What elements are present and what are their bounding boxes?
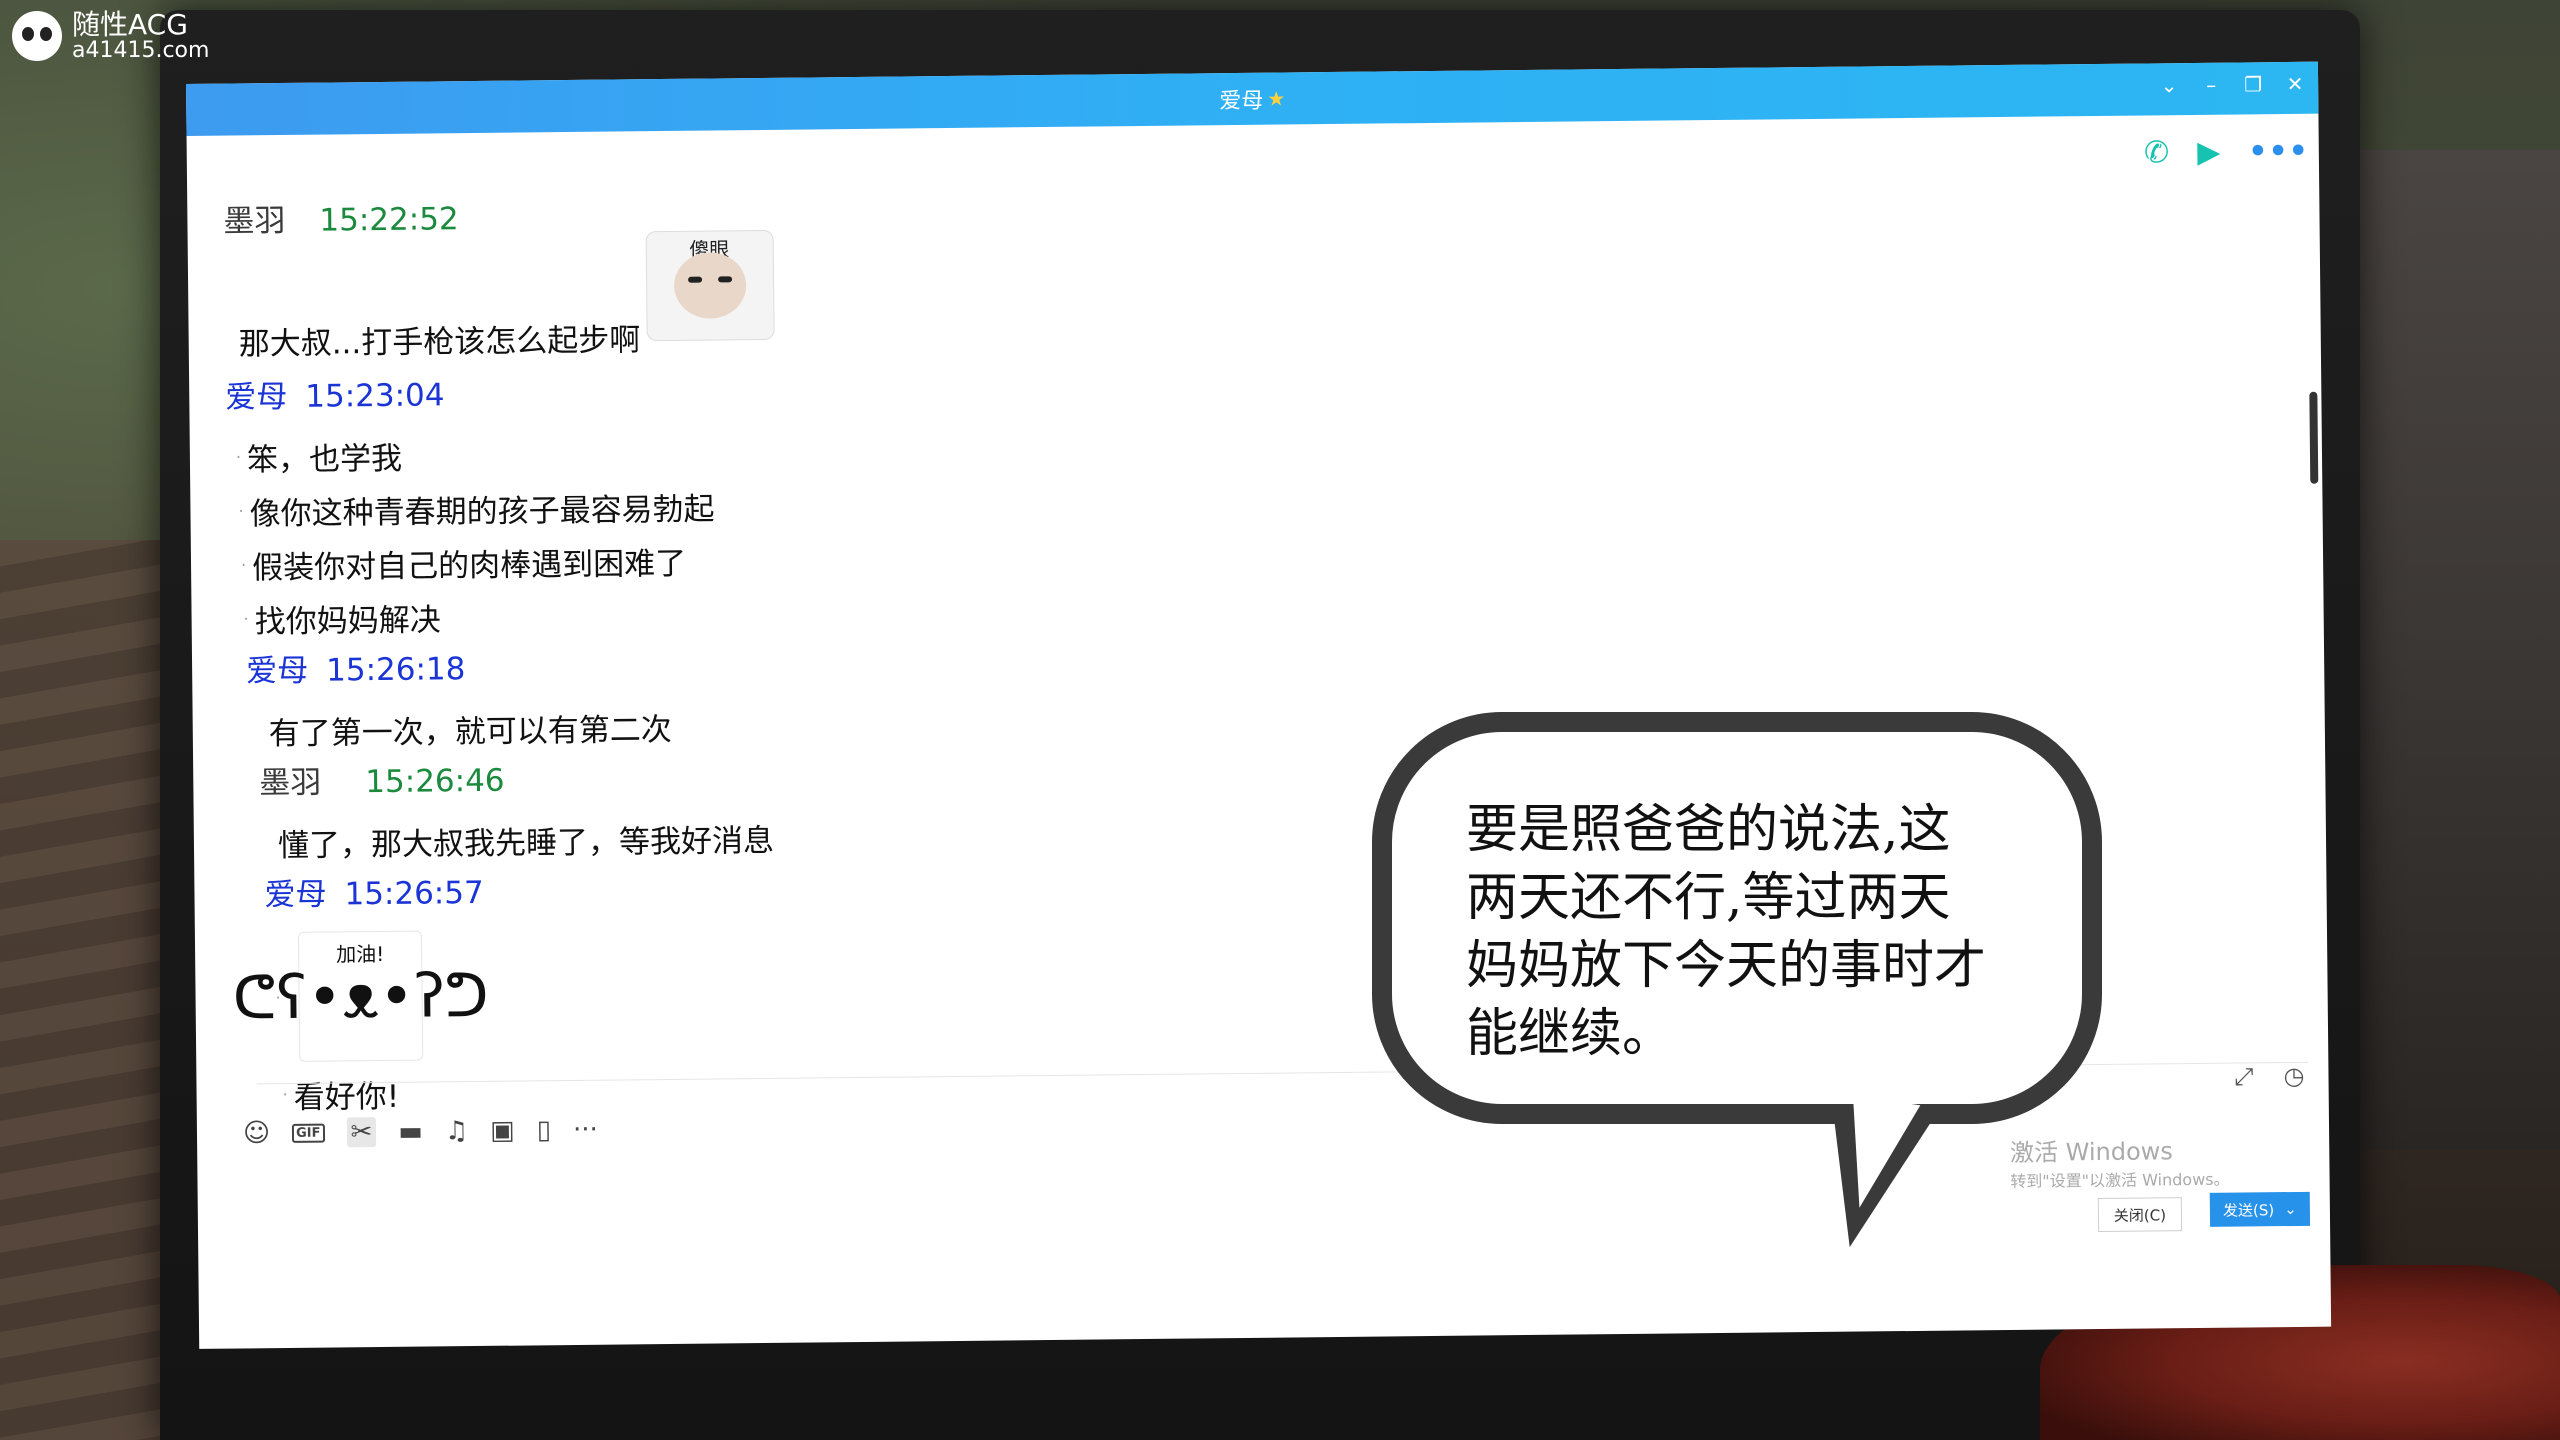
image-icon[interactable]: ▣ (490, 1116, 515, 1146)
more-icon[interactable]: ••• (2248, 134, 2309, 170)
input-toolbar: ☺ GIF ✂ ▬ ♫ ▣ ▯ ··· (243, 1115, 598, 1149)
watermark-url: a41415.com (72, 38, 210, 64)
cheering-bear-icon: ᕦʕ•ᴥ•ʔᕤ (232, 960, 490, 1034)
history-icon[interactable]: ◷ (2283, 1062, 2304, 1090)
chevron-down-icon[interactable]: ⌄ (2158, 73, 2180, 97)
activation-subtitle: 转到"设置"以激活 Windows。 (2010, 1169, 2230, 1191)
sender-name: 爱母 (264, 876, 327, 914)
phone-icon[interactable]: ✆ (2144, 135, 2170, 170)
music-icon[interactable]: ♫ (445, 1116, 469, 1146)
message-time: 15:26:18 (325, 651, 466, 689)
panda-logo-icon (12, 11, 62, 62)
watermark: 随性ACG a41415.com (12, 10, 209, 62)
message-time: 15:26:46 (365, 762, 505, 801)
sender-name: 爱母 (225, 378, 288, 416)
sender-name: 墨羽 (223, 202, 286, 240)
meme-sticker[interactable]: 傻眼 (645, 229, 775, 342)
video-call-icon[interactable]: ▶ (2197, 135, 2220, 170)
message-text: 懂了，那大叔我先睡了，等我好消息 (277, 822, 775, 864)
windows-activation-watermark: 激活 Windows 转到"设置"以激活 Windows。 (2010, 1131, 2230, 1192)
meme-face-icon (673, 252, 747, 319)
more-icon[interactable]: ··· (573, 1115, 598, 1145)
message-time: 15:26:57 (344, 874, 484, 913)
bubble-line: 妈妈放下今天的事时才 (1466, 936, 1987, 996)
message-line: 那大叔...打手枪该怎么起步啊 傻眼 (224, 229, 1465, 372)
restore-button[interactable]: ❐ (2242, 72, 2264, 96)
message-list: 墨羽 15:22:52 那大叔...打手枪该怎么起步啊 傻眼 爱母 15:23:… (223, 183, 1473, 1122)
send-button-label: 发送(S) (2222, 1200, 2275, 1220)
shake-icon[interactable]: ▯ (537, 1115, 552, 1145)
chevron-down-icon[interactable]: ⌄ (2284, 1200, 2297, 1218)
chat-window: 爱母 ★ ⌄ – ❐ ✕ ✆ ▶ ••• 墨羽 15:22:52 那大叔...打… (186, 61, 2332, 1349)
watermark-title: 随性ACG (72, 8, 188, 41)
message-text: 有了第一次，就可以有第二次 (268, 711, 672, 752)
close-window-button[interactable]: ✕ (2284, 72, 2306, 96)
message-text: 假装你对自己的肉棒遇到困难了 (251, 545, 687, 586)
star-icon: ★ (1267, 86, 1286, 111)
message-line: · 看好你! (232, 1055, 1472, 1122)
send-button[interactable]: 发送(S) ⌄ (2209, 1191, 2311, 1227)
folder-icon[interactable]: ▬ (398, 1117, 423, 1147)
close-button[interactable]: 关闭(C) (2097, 1197, 2183, 1233)
message-text: 那大叔...打手枪该怎么起步啊 (238, 322, 641, 363)
expand-icon[interactable]: ⤢ (2234, 1062, 2253, 1090)
bubble-line: 两天还不行,等过两天 (1466, 868, 1951, 928)
speech-bubble: 要是照爸爸的说法,这 两天还不行,等过两天 妈妈放下今天的事时才 能继续。 (1372, 712, 2102, 1124)
window-title: 爱母 (1219, 88, 1264, 115)
emoji-icon[interactable]: ☺ (243, 1118, 270, 1148)
scrollbar[interactable] (2309, 391, 2319, 484)
bubble-line: 要是照爸爸的说法,这 (1466, 800, 1951, 860)
message-text: 找你妈妈解决 (254, 601, 441, 640)
message-text: 像你这种青春期的孩子最容易勃起 (249, 490, 715, 532)
activation-title: 激活 Windows (2009, 1137, 2173, 1167)
gif-icon[interactable]: GIF (292, 1123, 325, 1143)
cheer-sticker[interactable]: 加油! ᕦʕ•ᴥ•ʔᕤ (232, 930, 489, 1062)
message-time: 15:23:04 (305, 377, 445, 415)
sender-name: 爱母 (245, 652, 309, 690)
message-text: 看好你! (293, 1078, 400, 1116)
message-line: · 加油! ᕦʕ•ᴥ•ʔᕤ (231, 915, 1472, 1068)
scissors-icon[interactable]: ✂ (346, 1117, 377, 1148)
speech-bubble-text: 要是照爸爸的说法,这 两天还不行,等过两天 妈妈放下今天的事时才 能继续。 (1466, 796, 2042, 1068)
bubble-line: 能继续。 (1466, 1004, 1675, 1064)
message-text: 笨，也学我 (246, 440, 403, 478)
minimize-button[interactable]: – (2200, 73, 2222, 97)
message-time: 15:22:52 (319, 201, 459, 239)
sender-name: 墨羽 (259, 764, 322, 802)
